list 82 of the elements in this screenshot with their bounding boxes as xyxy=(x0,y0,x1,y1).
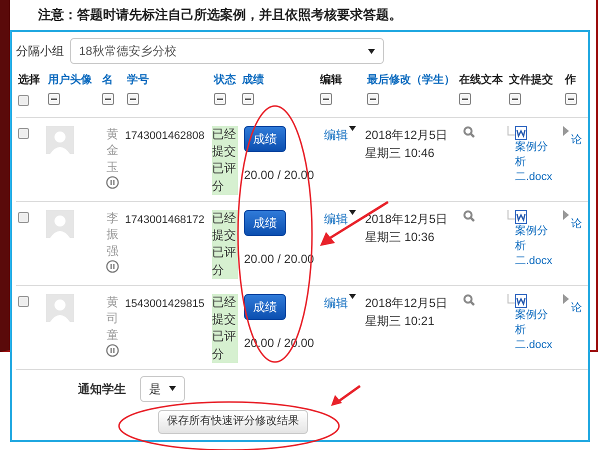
column-header[interactable]: 用户头像 xyxy=(48,72,92,88)
column-header[interactable]: 状态 xyxy=(214,72,236,88)
collapse-icon[interactable] xyxy=(127,92,139,104)
grade-button[interactable]: 成绩 xyxy=(244,126,286,152)
checkbox[interactable] xyxy=(18,212,29,222)
modified-time: 星期三 10:46 xyxy=(365,144,436,162)
column-cell[interactable]: 论 xyxy=(571,216,582,232)
column-header[interactable]: 最后修改（学生） xyxy=(367,72,455,88)
notify-select[interactable]: 是 xyxy=(140,376,185,402)
collapse-icon[interactable] xyxy=(367,92,379,104)
column-header: 文件提交 xyxy=(509,72,553,88)
tree-line-icon xyxy=(507,126,515,136)
avatar-icon xyxy=(46,294,74,322)
checkbox[interactable] xyxy=(18,296,29,306)
checkbox[interactable] xyxy=(18,128,29,138)
edit-menu[interactable]: 编辑 xyxy=(324,294,356,312)
student-id: 1743001468172 xyxy=(125,214,205,226)
group-select[interactable]: 18秋常德安乡分校 xyxy=(70,38,384,64)
student-name: 黄金玉 xyxy=(106,126,118,176)
collapse-icon[interactable] xyxy=(320,92,332,104)
caret-icon xyxy=(169,386,176,391)
column-header[interactable]: 学号 xyxy=(127,72,149,88)
caret-icon xyxy=(349,126,356,130)
column-cell[interactable]: 论 xyxy=(571,132,582,148)
collapse-icon[interactable] xyxy=(509,92,521,104)
search-icon[interactable] xyxy=(463,294,475,306)
status-label: 已经提交已评分 xyxy=(212,294,238,364)
student-name: 李振强 xyxy=(106,210,118,260)
grade-button[interactable]: 成绩 xyxy=(244,210,286,236)
annotation-arrow xyxy=(330,384,362,408)
expand-arrow-icon[interactable] xyxy=(563,294,569,304)
column-header: 在线文本 xyxy=(459,72,503,88)
group-label: 分隔小组 xyxy=(16,43,64,60)
collapse-icon[interactable] xyxy=(565,92,577,104)
column-cell[interactable]: 论 xyxy=(571,300,582,316)
file-link[interactable]: 案例分析二.docx xyxy=(515,140,553,186)
notice-text: 注意：答题时请先标注自己所选案例，并且依照考核要求答题。 xyxy=(38,7,402,22)
modified-date: 2018年12月5日 xyxy=(365,210,449,228)
pause-icon[interactable] xyxy=(106,344,119,357)
word-file-icon[interactable] xyxy=(515,210,527,224)
search-icon[interactable] xyxy=(463,126,475,138)
search-icon[interactable] xyxy=(463,210,475,222)
modified-date: 2018年12月5日 xyxy=(365,294,449,312)
modified-date: 2018年12月5日 xyxy=(365,126,449,144)
column-header: 选择 xyxy=(18,72,40,88)
column-header[interactable]: 成绩 xyxy=(242,72,264,88)
tree-line-icon xyxy=(507,210,515,220)
student-id: 1743001462808 xyxy=(125,130,205,142)
expand-arrow-icon[interactable] xyxy=(563,126,569,136)
pause-icon[interactable] xyxy=(106,176,119,189)
collapse-icon[interactable] xyxy=(459,92,471,104)
word-file-icon[interactable] xyxy=(515,126,527,140)
student-name: 黄司童 xyxy=(106,294,118,344)
file-link[interactable]: 案例分析二.docx xyxy=(515,224,553,270)
caret-icon xyxy=(349,294,356,298)
tree-line-icon xyxy=(507,294,515,304)
expand-arrow-icon[interactable] xyxy=(563,210,569,220)
avatar-icon xyxy=(46,210,74,238)
column-header: 作 xyxy=(565,73,576,88)
collapse-icon[interactable] xyxy=(242,92,254,104)
word-file-icon[interactable] xyxy=(515,294,527,308)
modified-time: 星期三 10:21 xyxy=(365,312,436,330)
status-label: 已经提交已评分 xyxy=(212,210,238,280)
file-link[interactable]: 案例分析二.docx xyxy=(515,308,553,354)
checkbox[interactable] xyxy=(18,94,29,106)
caret-icon xyxy=(349,210,356,214)
edit-menu[interactable]: 编辑 xyxy=(324,210,356,228)
grade-button[interactable]: 成绩 xyxy=(244,294,286,320)
pause-icon[interactable] xyxy=(106,260,119,273)
column-header[interactable]: 名 xyxy=(102,72,113,88)
column-header: 编辑 xyxy=(320,72,342,88)
collapse-icon[interactable] xyxy=(48,92,60,104)
avatar-icon xyxy=(46,126,74,154)
save-button[interactable]: 保存所有快速评分修改结果 xyxy=(158,410,308,434)
collapse-icon[interactable] xyxy=(102,92,114,104)
modified-time: 星期三 10:36 xyxy=(365,228,436,246)
student-id: 1543001429815 xyxy=(125,298,205,310)
caret-icon xyxy=(368,48,375,54)
edit-menu[interactable]: 编辑 xyxy=(324,126,356,144)
collapse-icon[interactable] xyxy=(214,92,226,104)
status-label: 已经提交已评分 xyxy=(212,126,238,196)
notify-label: 通知学生 xyxy=(78,380,126,398)
